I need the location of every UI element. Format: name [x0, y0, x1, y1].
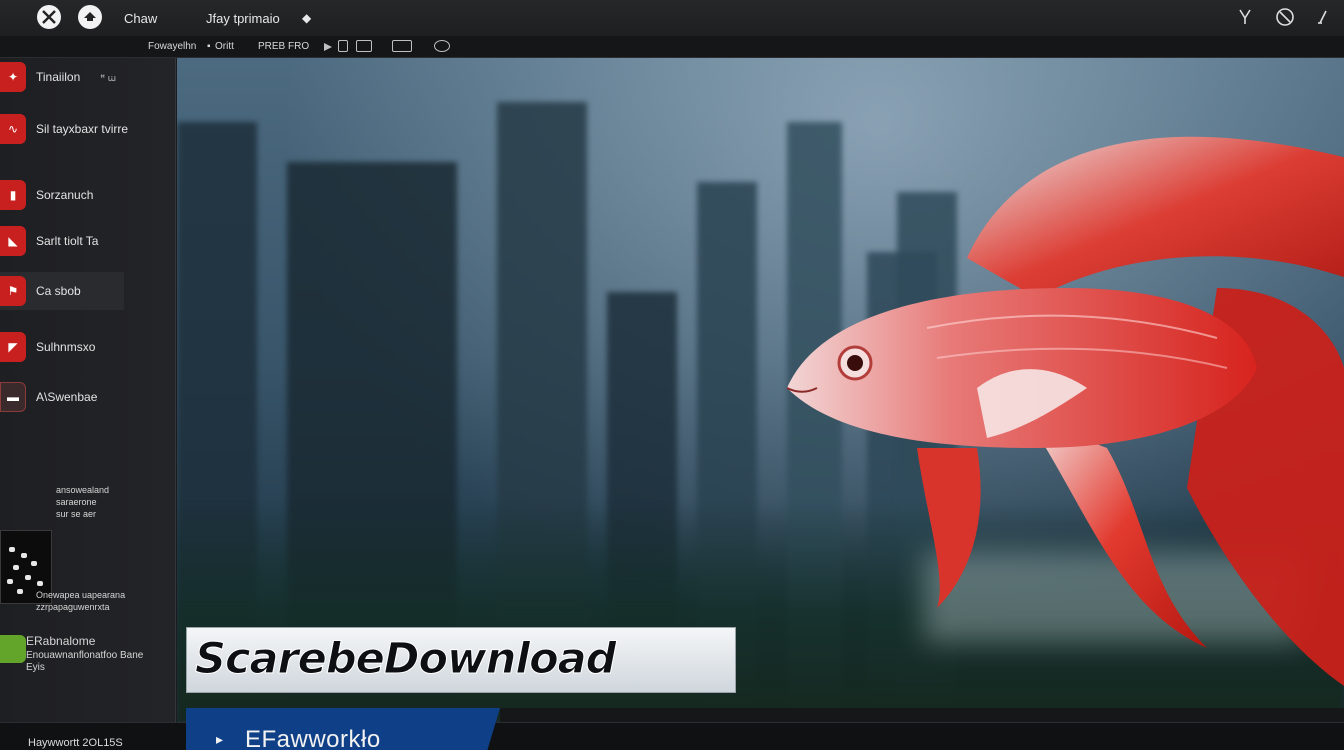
- bottom-strip: [500, 708, 1344, 722]
- sidebar-item-subtitle[interactable]: ◤ Sulhnmsxo: [0, 328, 176, 366]
- stop-icon[interactable]: [338, 40, 348, 52]
- footer-line: Eyis: [26, 662, 45, 673]
- back-icon[interactable]: [78, 5, 102, 29]
- export-line: Onewapea uapearana: [36, 590, 126, 600]
- status-text: Haywwortt 2OL15S: [28, 737, 123, 749]
- sidebar-item-label: Sarlt tiolt Ta: [36, 234, 99, 248]
- sidebar-red-icon: ◤: [0, 332, 26, 362]
- footer-line: Enouawnanflonatfoo Bane: [26, 650, 144, 661]
- sidebar-item-stop[interactable]: ⚑ Ca sbob: [0, 272, 124, 310]
- image-viewer[interactable]: [177, 58, 1344, 722]
- title-menu-item[interactable]: Jfay tprimaio: [206, 11, 280, 26]
- caption-line: saraerone: [56, 497, 97, 507]
- breadcrumb-item[interactable]: PREB FRO: [258, 41, 309, 52]
- export-item-label[interactable]: Onewapea uapearana zzrpapaguwenrxta: [36, 589, 125, 613]
- export-line: zzrpapaguwenrxta: [36, 602, 110, 612]
- title-bar: Chaw Jfay tprimaio ◆: [0, 0, 1344, 36]
- sidebar-item-transition[interactable]: ✦ Tinaiilon ꟸ ꭐ: [0, 58, 176, 96]
- sidebar-item-label: A\Swenbae: [36, 390, 98, 404]
- sidebar-item-soundtrack[interactable]: ▮ Sorzanuch: [0, 176, 176, 214]
- download-banner[interactable]: ScarebeDownload: [186, 627, 736, 693]
- sidebar-item-label: Ca sbob: [36, 284, 81, 298]
- pin-icon[interactable]: [1312, 6, 1334, 28]
- sidebar-red-icon: ✦: [0, 62, 26, 92]
- cursor-icon[interactable]: [1234, 6, 1256, 28]
- title-menu-item[interactable]: Chaw: [124, 11, 157, 26]
- refresh-icon[interactable]: [1274, 6, 1296, 28]
- export-green-icon[interactable]: [0, 635, 26, 663]
- sidebar-dark-icon: ▬: [0, 382, 26, 412]
- sidebar-item-label: Tinaiilon: [36, 70, 81, 84]
- sidebar-red-icon: ∿: [0, 114, 26, 144]
- image-icon[interactable]: [356, 40, 372, 52]
- sidebar-footer-title: ERabnalome: [26, 634, 96, 648]
- caption-line: sur se aer: [56, 509, 97, 519]
- grid-icon[interactable]: [392, 40, 412, 52]
- sidebar-red-icon: ◣: [0, 226, 26, 256]
- sidebar-item-layer[interactable]: ∿ Sil tayxbaxr tvirre: [0, 110, 176, 148]
- thumbnail-caption: ansowealand saraerone sur se aer: [56, 484, 109, 520]
- breadcrumb-separator: ▪: [207, 41, 211, 52]
- betta-fish-image: [787, 136, 1344, 686]
- sidebar-item-label: Sorzanuch: [36, 188, 94, 202]
- breadcrumb[interactable]: Fowayelhn: [148, 41, 196, 52]
- sidebar-item-start[interactable]: ◣ Sarlt tiolt Ta: [0, 222, 176, 260]
- sidebar-item-sub: ꟸ ꭐ: [100, 72, 116, 83]
- settings-icon[interactable]: [434, 40, 450, 52]
- caption-line: ansowealand: [56, 485, 110, 495]
- sidebar-item-label: Sil tayxbaxr tvirre: [36, 122, 129, 136]
- tab-arrow-icon: ▸: [216, 731, 224, 747]
- diamond-icon[interactable]: ◆: [302, 11, 311, 25]
- play-icon[interactable]: [322, 40, 335, 52]
- breadcrumb-item[interactable]: Oritt: [215, 41, 234, 52]
- sidebar-footer: Enouawnanflonatfoo Bane Eyis: [26, 650, 143, 674]
- banner-text: ScarebeDownload: [195, 634, 617, 684]
- sidebar: ✦ Tinaiilon ꟸ ꭐ ∿ Sil tayxbaxr tvirre ▮ …: [0, 58, 176, 722]
- sidebar-red-icon: ⚑: [0, 276, 26, 306]
- sidebar-red-icon: ▮: [0, 180, 26, 210]
- bottom-tab-label: EFawworkło: [245, 726, 381, 750]
- app-logo-icon[interactable]: [37, 5, 61, 29]
- sidebar-item-software[interactable]: ▬ A\Swenbae: [0, 378, 176, 416]
- sidebar-item-label: Sulhnmsxo: [36, 340, 96, 354]
- toolbar: Fowayelhn ▪ Oritt PREB FRO: [0, 36, 1344, 58]
